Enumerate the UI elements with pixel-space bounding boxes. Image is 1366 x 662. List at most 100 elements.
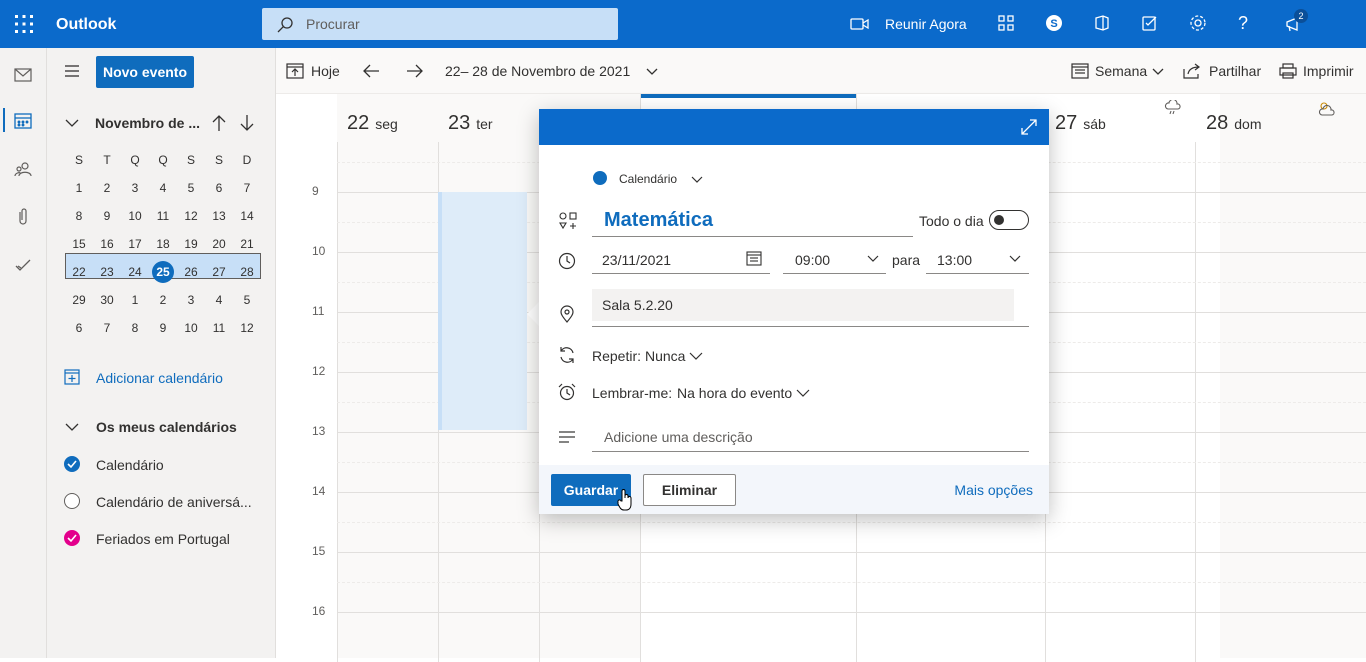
chevron-down-icon[interactable] bbox=[65, 118, 79, 128]
mini-calendar-day[interactable]: 8 bbox=[65, 202, 93, 230]
print-icon[interactable] bbox=[1279, 63, 1297, 79]
mini-calendar-day[interactable]: 17 bbox=[121, 230, 149, 258]
app-title[interactable]: Outlook bbox=[56, 16, 116, 34]
mini-calendar-day[interactable]: 20 bbox=[205, 230, 233, 258]
calendar-check-icon[interactable] bbox=[64, 456, 80, 472]
mini-calendar-day[interactable]: 10 bbox=[121, 202, 149, 230]
share-button[interactable]: Partilhar bbox=[1209, 63, 1261, 79]
mini-calendar-day[interactable]: 11 bbox=[149, 202, 177, 230]
apps-icon[interactable] bbox=[997, 14, 1015, 32]
settings-gear-icon[interactable] bbox=[1189, 14, 1207, 32]
repeat-dropdown[interactable]: Nunca bbox=[645, 348, 685, 364]
event-title-input[interactable] bbox=[592, 204, 913, 237]
my-calendars-header[interactable]: Os meus calendários bbox=[96, 419, 237, 435]
mini-calendar-day[interactable]: 13 bbox=[205, 202, 233, 230]
calendar-item[interactable]: Feriados em Portugal bbox=[96, 531, 230, 547]
mini-calendar-day[interactable]: 4 bbox=[149, 174, 177, 202]
chevron-down-icon[interactable] bbox=[1009, 255, 1021, 263]
mini-calendar-day[interactable]: 28 bbox=[233, 258, 261, 286]
view-selector[interactable]: Semana bbox=[1095, 63, 1147, 79]
app-launcher-icon[interactable] bbox=[14, 14, 34, 34]
search-box[interactable] bbox=[262, 8, 618, 40]
mini-calendar-day[interactable]: 12 bbox=[177, 202, 205, 230]
day-header[interactable]: 28 dom bbox=[1206, 112, 1261, 160]
chevron-down-icon[interactable] bbox=[1152, 68, 1164, 76]
mini-calendar-day[interactable]: 30 bbox=[93, 286, 121, 314]
start-time-field[interactable]: 09:00 bbox=[783, 244, 886, 274]
attachment-icon[interactable] bbox=[14, 208, 32, 226]
print-button[interactable]: Imprimir bbox=[1303, 63, 1354, 79]
search-input[interactable] bbox=[306, 8, 606, 40]
tasks-icon[interactable] bbox=[1141, 14, 1159, 32]
video-camera-icon[interactable] bbox=[850, 16, 870, 32]
mini-calendar-day[interactable]: 2 bbox=[93, 174, 121, 202]
mini-calendar-day[interactable]: 23 bbox=[93, 258, 121, 286]
meet-now-button[interactable]: Reunir Agora bbox=[885, 16, 967, 32]
mini-calendar-day[interactable]: 5 bbox=[177, 174, 205, 202]
description-input[interactable] bbox=[592, 422, 1029, 452]
calendar-view-icon[interactable] bbox=[1071, 63, 1089, 79]
mini-calendar-day[interactable]: 25 bbox=[149, 258, 177, 286]
chevron-down-icon[interactable] bbox=[689, 352, 703, 360]
mini-calendar-day[interactable]: 9 bbox=[149, 314, 177, 342]
mini-calendar-month-title[interactable]: Novembro de ... bbox=[95, 115, 200, 131]
today-button[interactable]: Hoje bbox=[311, 63, 340, 79]
mini-calendar-day[interactable]: 10 bbox=[177, 314, 205, 342]
day-header[interactable]: 27 sáb bbox=[1055, 112, 1106, 160]
people-icon[interactable] bbox=[14, 160, 32, 178]
help-icon[interactable]: ? bbox=[1238, 13, 1248, 34]
calendar-check-icon[interactable] bbox=[64, 530, 80, 546]
calendar-icon[interactable] bbox=[14, 112, 32, 130]
mini-calendar-day[interactable]: 22 bbox=[65, 258, 93, 286]
office-icon[interactable] bbox=[1093, 14, 1111, 32]
mini-calendar-day[interactable]: 6 bbox=[65, 314, 93, 342]
chevron-down-icon[interactable] bbox=[65, 422, 79, 432]
chevron-down-icon[interactable] bbox=[646, 68, 658, 76]
mini-calendar-day[interactable]: 24 bbox=[121, 258, 149, 286]
date-field[interactable]: 23/11/2021 bbox=[592, 244, 770, 274]
calendar-item[interactable]: Calendário bbox=[96, 457, 164, 473]
mini-calendar-day[interactable]: 26 bbox=[177, 258, 205, 286]
mini-calendar-day[interactable]: 21 bbox=[233, 230, 261, 258]
add-calendar-link[interactable]: Adicionar calendário bbox=[96, 370, 223, 386]
mini-calendar-day[interactable]: 7 bbox=[233, 174, 261, 202]
mini-calendar-day[interactable]: 3 bbox=[121, 174, 149, 202]
mini-calendar-day[interactable]: 15 bbox=[65, 230, 93, 258]
more-options-link[interactable]: Mais opções bbox=[954, 482, 1033, 498]
mini-calendar-day[interactable]: 6 bbox=[205, 174, 233, 202]
mini-calendar-day[interactable]: 2 bbox=[149, 286, 177, 314]
mini-calendar-day[interactable]: 8 bbox=[121, 314, 149, 342]
today-icon[interactable] bbox=[286, 62, 304, 80]
mini-calendar-day[interactable]: 18 bbox=[149, 230, 177, 258]
mini-calendar-day[interactable]: 5 bbox=[233, 286, 261, 314]
draft-event-block[interactable] bbox=[438, 192, 527, 430]
arrow-down-icon[interactable] bbox=[239, 114, 255, 132]
delete-button[interactable]: Eliminar bbox=[643, 474, 736, 506]
chevron-down-icon[interactable] bbox=[867, 255, 879, 263]
location-field[interactable]: Sala 5.2.20 bbox=[592, 289, 1014, 321]
all-day-toggle[interactable] bbox=[989, 210, 1029, 230]
mini-calendar-day[interactable]: 19 bbox=[177, 230, 205, 258]
mini-calendar-day[interactable]: 1 bbox=[65, 174, 93, 202]
mini-calendar-day[interactable]: 29 bbox=[65, 286, 93, 314]
mini-calendar-day[interactable]: 4 bbox=[205, 286, 233, 314]
mini-calendar-day[interactable]: 7 bbox=[93, 314, 121, 342]
mini-calendar-day[interactable]: 1 bbox=[121, 286, 149, 314]
add-calendar-icon[interactable] bbox=[64, 369, 80, 385]
calendar-item[interactable]: Calendário de aniversá... bbox=[96, 494, 252, 510]
share-icon[interactable] bbox=[1183, 63, 1201, 79]
arrow-left-icon[interactable] bbox=[362, 63, 380, 79]
mini-calendar-day[interactable]: 16 bbox=[93, 230, 121, 258]
remind-dropdown[interactable]: Na hora do evento bbox=[677, 385, 792, 401]
mail-icon[interactable] bbox=[14, 68, 32, 82]
chevron-down-icon[interactable] bbox=[691, 176, 703, 184]
arrow-up-icon[interactable] bbox=[211, 114, 227, 132]
skype-icon[interactable]: S bbox=[1045, 14, 1063, 32]
chevron-down-icon[interactable] bbox=[796, 389, 810, 397]
expand-icon[interactable] bbox=[1021, 119, 1037, 135]
mini-calendar-day[interactable]: 3 bbox=[177, 286, 205, 314]
mini-calendar-day[interactable]: 9 bbox=[93, 202, 121, 230]
calendar-unchecked-icon[interactable] bbox=[64, 493, 80, 509]
calendar-selector[interactable]: Calendário bbox=[619, 172, 677, 186]
day-header[interactable]: 22 seg bbox=[347, 112, 398, 160]
